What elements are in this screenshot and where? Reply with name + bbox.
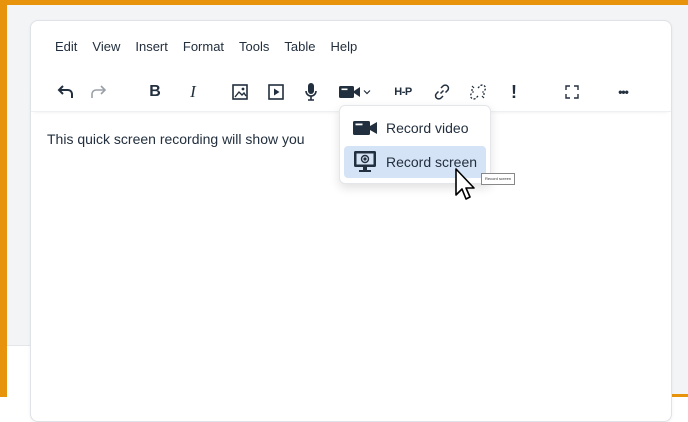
chevron-down-icon xyxy=(363,90,371,95)
italic-icon[interactable]: I xyxy=(183,79,203,105)
undo-icon[interactable] xyxy=(55,79,77,105)
bold-icon[interactable]: B xyxy=(145,79,165,105)
microphone-icon[interactable] xyxy=(303,79,319,105)
menubar: Edit View Insert Format Tools Table Help xyxy=(55,39,372,54)
media-icon[interactable] xyxy=(265,79,287,105)
record-video-item[interactable]: Record video xyxy=(344,112,486,144)
unlink-icon[interactable] xyxy=(467,79,489,105)
menu-edit[interactable]: Edit xyxy=(55,39,77,54)
link-icon[interactable] xyxy=(431,79,453,105)
fullscreen-icon[interactable] xyxy=(561,79,583,105)
mouse-cursor-icon xyxy=(454,167,478,208)
more-icon[interactable]: ••• xyxy=(611,79,635,105)
tooltip: Record screen xyxy=(481,173,516,185)
rich-text-editor: Edit View Insert Format Tools Table Help… xyxy=(30,20,672,422)
menu-view[interactable]: View xyxy=(92,39,120,54)
record-video-label: Record video xyxy=(386,120,469,136)
menu-table[interactable]: Table xyxy=(284,39,315,54)
video-camera-icon xyxy=(352,119,378,137)
video-camera-icon xyxy=(339,86,360,98)
screen-record-icon xyxy=(352,150,378,174)
menu-format[interactable]: Format xyxy=(183,39,224,54)
accessibility-icon[interactable]: ! xyxy=(507,79,521,105)
record-split-button[interactable] xyxy=(335,79,375,105)
editor-content[interactable]: This quick screen recording will show yo… xyxy=(47,131,327,147)
menu-insert[interactable]: Insert xyxy=(135,39,168,54)
menu-tools[interactable]: Tools xyxy=(239,39,269,54)
menu-help[interactable]: Help xyxy=(330,39,357,54)
redo-icon[interactable] xyxy=(87,79,109,105)
image-icon[interactable] xyxy=(229,79,251,105)
h5p-icon[interactable]: H-P xyxy=(389,79,417,105)
